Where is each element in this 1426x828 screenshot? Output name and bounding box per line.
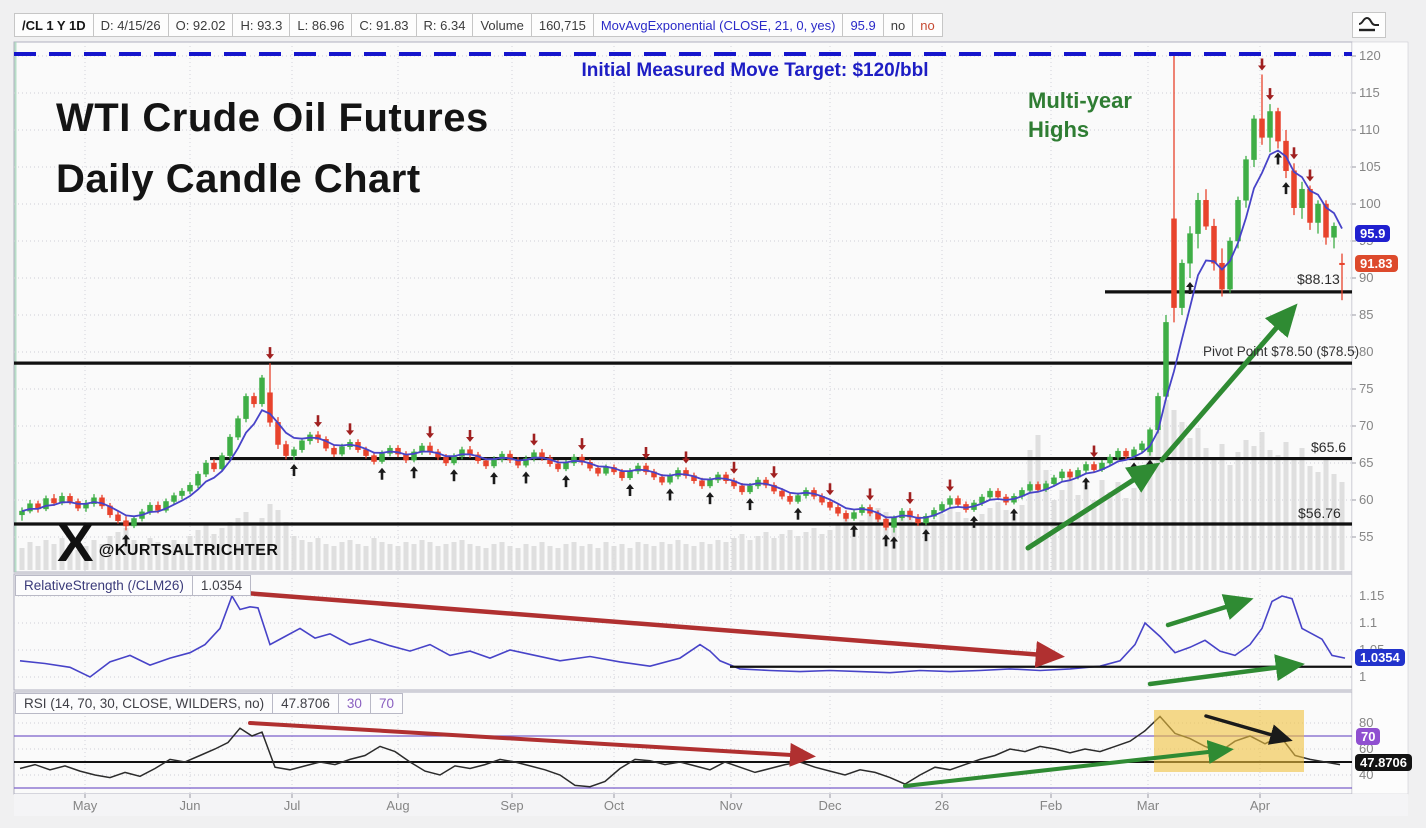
last-price-badge: 91.83 xyxy=(1355,255,1398,272)
svg-text:Jun: Jun xyxy=(180,798,201,813)
rsi-highlight-box xyxy=(1154,710,1304,772)
level-88-label: $88.13 xyxy=(1297,271,1340,287)
rsi-study-label[interactable]: RSI (14, 70, 30, CLOSE, WILDERS, no) xyxy=(15,693,273,714)
svg-text:100: 100 xyxy=(1359,196,1381,211)
multi-year-line1: Multi-year xyxy=(1028,86,1132,115)
low-cell[interactable]: L: 86.96 xyxy=(290,13,352,37)
level-56-label: $56.76 xyxy=(1298,505,1341,521)
svg-text:Nov: Nov xyxy=(719,798,743,813)
svg-text:90: 90 xyxy=(1359,270,1373,285)
high-cell[interactable]: H: 93.3 xyxy=(233,13,290,37)
multi-year-line2: Highs xyxy=(1028,115,1132,144)
svg-text:110: 110 xyxy=(1359,122,1380,137)
svg-text:Apr: Apr xyxy=(1250,798,1271,813)
level-65-label: $65.6 xyxy=(1311,439,1346,455)
ema-price-badge: 95.9 xyxy=(1355,225,1390,242)
study-label-cell[interactable]: MovAvgExponential (CLOSE, 21, 0, yes) xyxy=(594,13,844,37)
svg-text:1.1: 1.1 xyxy=(1359,615,1377,630)
volume-value-cell: 160,715 xyxy=(532,13,594,37)
study-value-cell: 95.9 xyxy=(843,13,883,37)
rsi-overbought-badge: 70 xyxy=(1356,728,1380,745)
svg-text:70: 70 xyxy=(1359,418,1373,433)
study-flag2-cell[interactable]: no xyxy=(913,13,942,37)
svg-text:Feb: Feb xyxy=(1040,798,1062,813)
symbol-timeframe-cell[interactable]: /CL 1 Y 1D xyxy=(14,13,94,37)
trading-platform-screen: 55606570758085909510010511011512011.051.… xyxy=(0,0,1426,828)
svg-text:1: 1 xyxy=(1359,669,1366,684)
svg-text:May: May xyxy=(73,798,98,813)
svg-text:80: 80 xyxy=(1359,344,1373,359)
rsi-oversold-setting[interactable]: 30 xyxy=(339,693,371,714)
svg-text:120: 120 xyxy=(1359,48,1381,63)
volume-label-cell[interactable]: Volume xyxy=(473,13,531,37)
svg-text:105: 105 xyxy=(1359,159,1381,174)
svg-text:85: 85 xyxy=(1359,307,1373,322)
relative-strength-value-badge: 1.0354 xyxy=(1355,649,1405,666)
svg-text:26: 26 xyxy=(935,798,949,813)
rs-study-label[interactable]: RelativeStrength (/CLM26) xyxy=(15,575,193,596)
rsi-overbought-setting[interactable]: 70 xyxy=(371,693,403,714)
svg-text:55: 55 xyxy=(1359,529,1373,544)
chart-title-line1: WTI Crude Oil Futures xyxy=(56,88,489,149)
rsi-value-badge: 47.8706 xyxy=(1355,754,1412,771)
rs-study-value: 1.0354 xyxy=(193,575,251,596)
svg-text:Jul: Jul xyxy=(284,798,301,813)
svg-text:60: 60 xyxy=(1359,492,1373,507)
svg-text:Oct: Oct xyxy=(604,798,625,813)
svg-text:Mar: Mar xyxy=(1137,798,1160,813)
svg-text:1.15: 1.15 xyxy=(1359,588,1384,603)
watermark-handle: @KURTSALTRICHTER xyxy=(99,542,279,560)
open-cell[interactable]: O: 92.02 xyxy=(169,13,234,37)
svg-text:115: 115 xyxy=(1359,85,1380,100)
svg-text:75: 75 xyxy=(1359,381,1373,396)
close-cell[interactable]: C: 91.83 xyxy=(352,13,416,37)
study-flag1-cell[interactable]: no xyxy=(884,13,913,37)
svg-text:Sep: Sep xyxy=(500,798,523,813)
rsi-study-value: 47.8706 xyxy=(273,693,339,714)
line-chart-icon xyxy=(1358,16,1380,34)
watermark: X @KURTSALTRICHTER xyxy=(58,518,278,570)
relative-strength-header: RelativeStrength (/CLM26) 1.0354 xyxy=(15,575,251,596)
chart-title-line2: Daily Candle Chart xyxy=(56,149,489,210)
chart-title: WTI Crude Oil Futures Daily Candle Chart xyxy=(56,88,489,210)
x-logo-icon: X xyxy=(57,518,93,570)
pivot-point-label: Pivot Point $78.50 ($78.5) xyxy=(1203,344,1359,359)
range-cell[interactable]: R: 6.34 xyxy=(417,13,474,37)
rsi-header: RSI (14, 70, 30, CLOSE, WILDERS, no) 47.… xyxy=(15,693,403,714)
measured-move-target-label: Initial Measured Move Target: $120/bbl xyxy=(430,60,1080,82)
date-cell[interactable]: D: 4/15/26 xyxy=(94,13,169,37)
multi-year-highs-label: Multi-year Highs xyxy=(1028,86,1132,144)
svg-text:Aug: Aug xyxy=(386,798,409,813)
svg-text:65: 65 xyxy=(1359,455,1373,470)
chart-style-button[interactable] xyxy=(1352,12,1386,38)
toolbar: /CL 1 Y 1D D: 4/15/26 O: 92.02 H: 93.3 L… xyxy=(14,13,943,37)
svg-text:Dec: Dec xyxy=(818,798,842,813)
